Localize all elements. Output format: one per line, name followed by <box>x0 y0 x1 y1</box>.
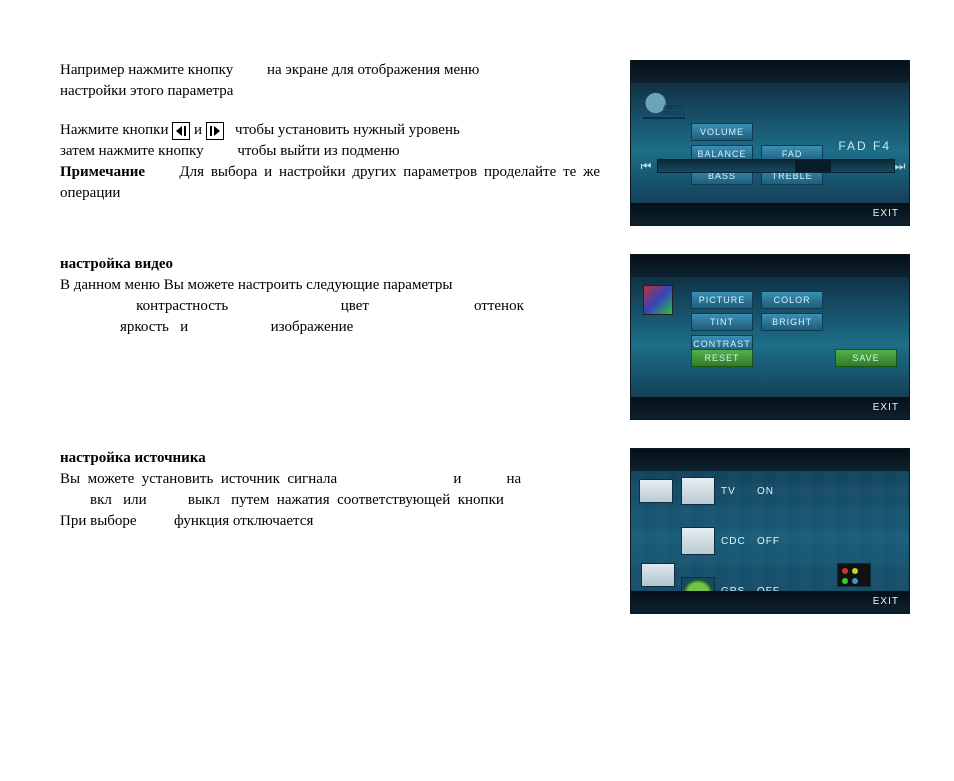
p1-l3a: Нажмите кнопки <box>60 122 169 138</box>
p3-l2: вкл или выкл путем нажатия соответствующ… <box>60 490 600 511</box>
src-tv-state: ON <box>757 486 787 497</box>
audio-adjust-icon <box>643 89 685 119</box>
para-source-text: настройка источника Вы можете установить… <box>60 448 600 614</box>
src-cdc-state: OFF <box>757 536 787 547</box>
volume-button[interactable]: VOLUME <box>691 123 753 141</box>
reset-button[interactable]: RESET <box>691 349 753 367</box>
av-jacks-icon[interactable] <box>837 563 871 587</box>
screen-audio-adjust: VOLUME BALANCE FAD BASS TREBLE FAD F4 ⏮ … <box>630 60 910 226</box>
screen-topbar <box>631 61 909 83</box>
wave-icon[interactable] <box>641 563 675 587</box>
p1-l1b: на экране для отображения меню <box>267 62 479 78</box>
picture-button[interactable]: PICTURE <box>691 291 753 309</box>
screen-video-adjust: PICTURE COLOR TINT BRIGHT CONTRAST RESET… <box>630 254 910 420</box>
exit-button[interactable]: EXIT <box>631 397 909 419</box>
para-video-text: настройка видео В данном меню Вы можете … <box>60 254 600 420</box>
screen-topbar <box>631 255 909 277</box>
slider-readout: FAD F4 <box>838 139 891 153</box>
src-tv-label: TV <box>721 486 751 497</box>
prev-track-icon <box>172 122 190 140</box>
slider-next-icon[interactable]: ⏭ <box>893 159 907 173</box>
save-button[interactable]: SAVE <box>835 349 897 367</box>
para-audio-text: Например нажмите кнопку на экране для от… <box>60 60 600 226</box>
p1-l4a: затем нажмите кнопку <box>60 143 204 159</box>
heading-source: настройка источника <box>60 448 600 469</box>
screen-source-select: TV ON CDC OFF GPS OFF AUX ON <box>630 448 910 614</box>
tint-button[interactable]: TINT <box>691 313 753 331</box>
slider-prev-icon[interactable]: ⏮ <box>639 159 653 173</box>
cdc-icon[interactable] <box>681 527 715 555</box>
note-label: Примечание <box>60 164 145 180</box>
p1-l3c: чтобы установить нужный уровень <box>235 122 460 138</box>
p1-l1a: Например нажмите кнопку <box>60 62 233 78</box>
slider-track[interactable] <box>657 159 895 173</box>
p1-l2: настройки этого параметра <box>60 81 600 102</box>
p3-l1: Вы можете установить источник сигнала и … <box>60 469 600 490</box>
exit-button[interactable]: EXIT <box>631 203 909 225</box>
bright-button[interactable]: BRIGHT <box>761 313 823 331</box>
video-adjust-icon <box>643 285 673 315</box>
p2-l2: контрастность цвет оттенок <box>60 296 600 317</box>
p1-l4b: чтобы выйти из подменю <box>237 143 399 159</box>
dvd-drive-icon[interactable] <box>639 479 673 503</box>
p1-l3b: и <box>194 122 202 138</box>
p2-l3: яркость и изображение <box>60 317 600 338</box>
color-button[interactable]: COLOR <box>761 291 823 309</box>
exit-button[interactable]: EXIT <box>631 591 909 613</box>
tv-icon[interactable] <box>681 477 715 505</box>
screen-topbar <box>631 449 909 471</box>
slider-thumb[interactable] <box>795 160 831 172</box>
p3-l3: При выборе функция отключается <box>60 511 600 532</box>
src-cdc-label: CDC <box>721 536 751 547</box>
next-track-icon <box>206 122 224 140</box>
p2-l1: В данном меню Вы можете настроить следую… <box>60 275 600 296</box>
heading-video: настройка видео <box>60 254 600 275</box>
